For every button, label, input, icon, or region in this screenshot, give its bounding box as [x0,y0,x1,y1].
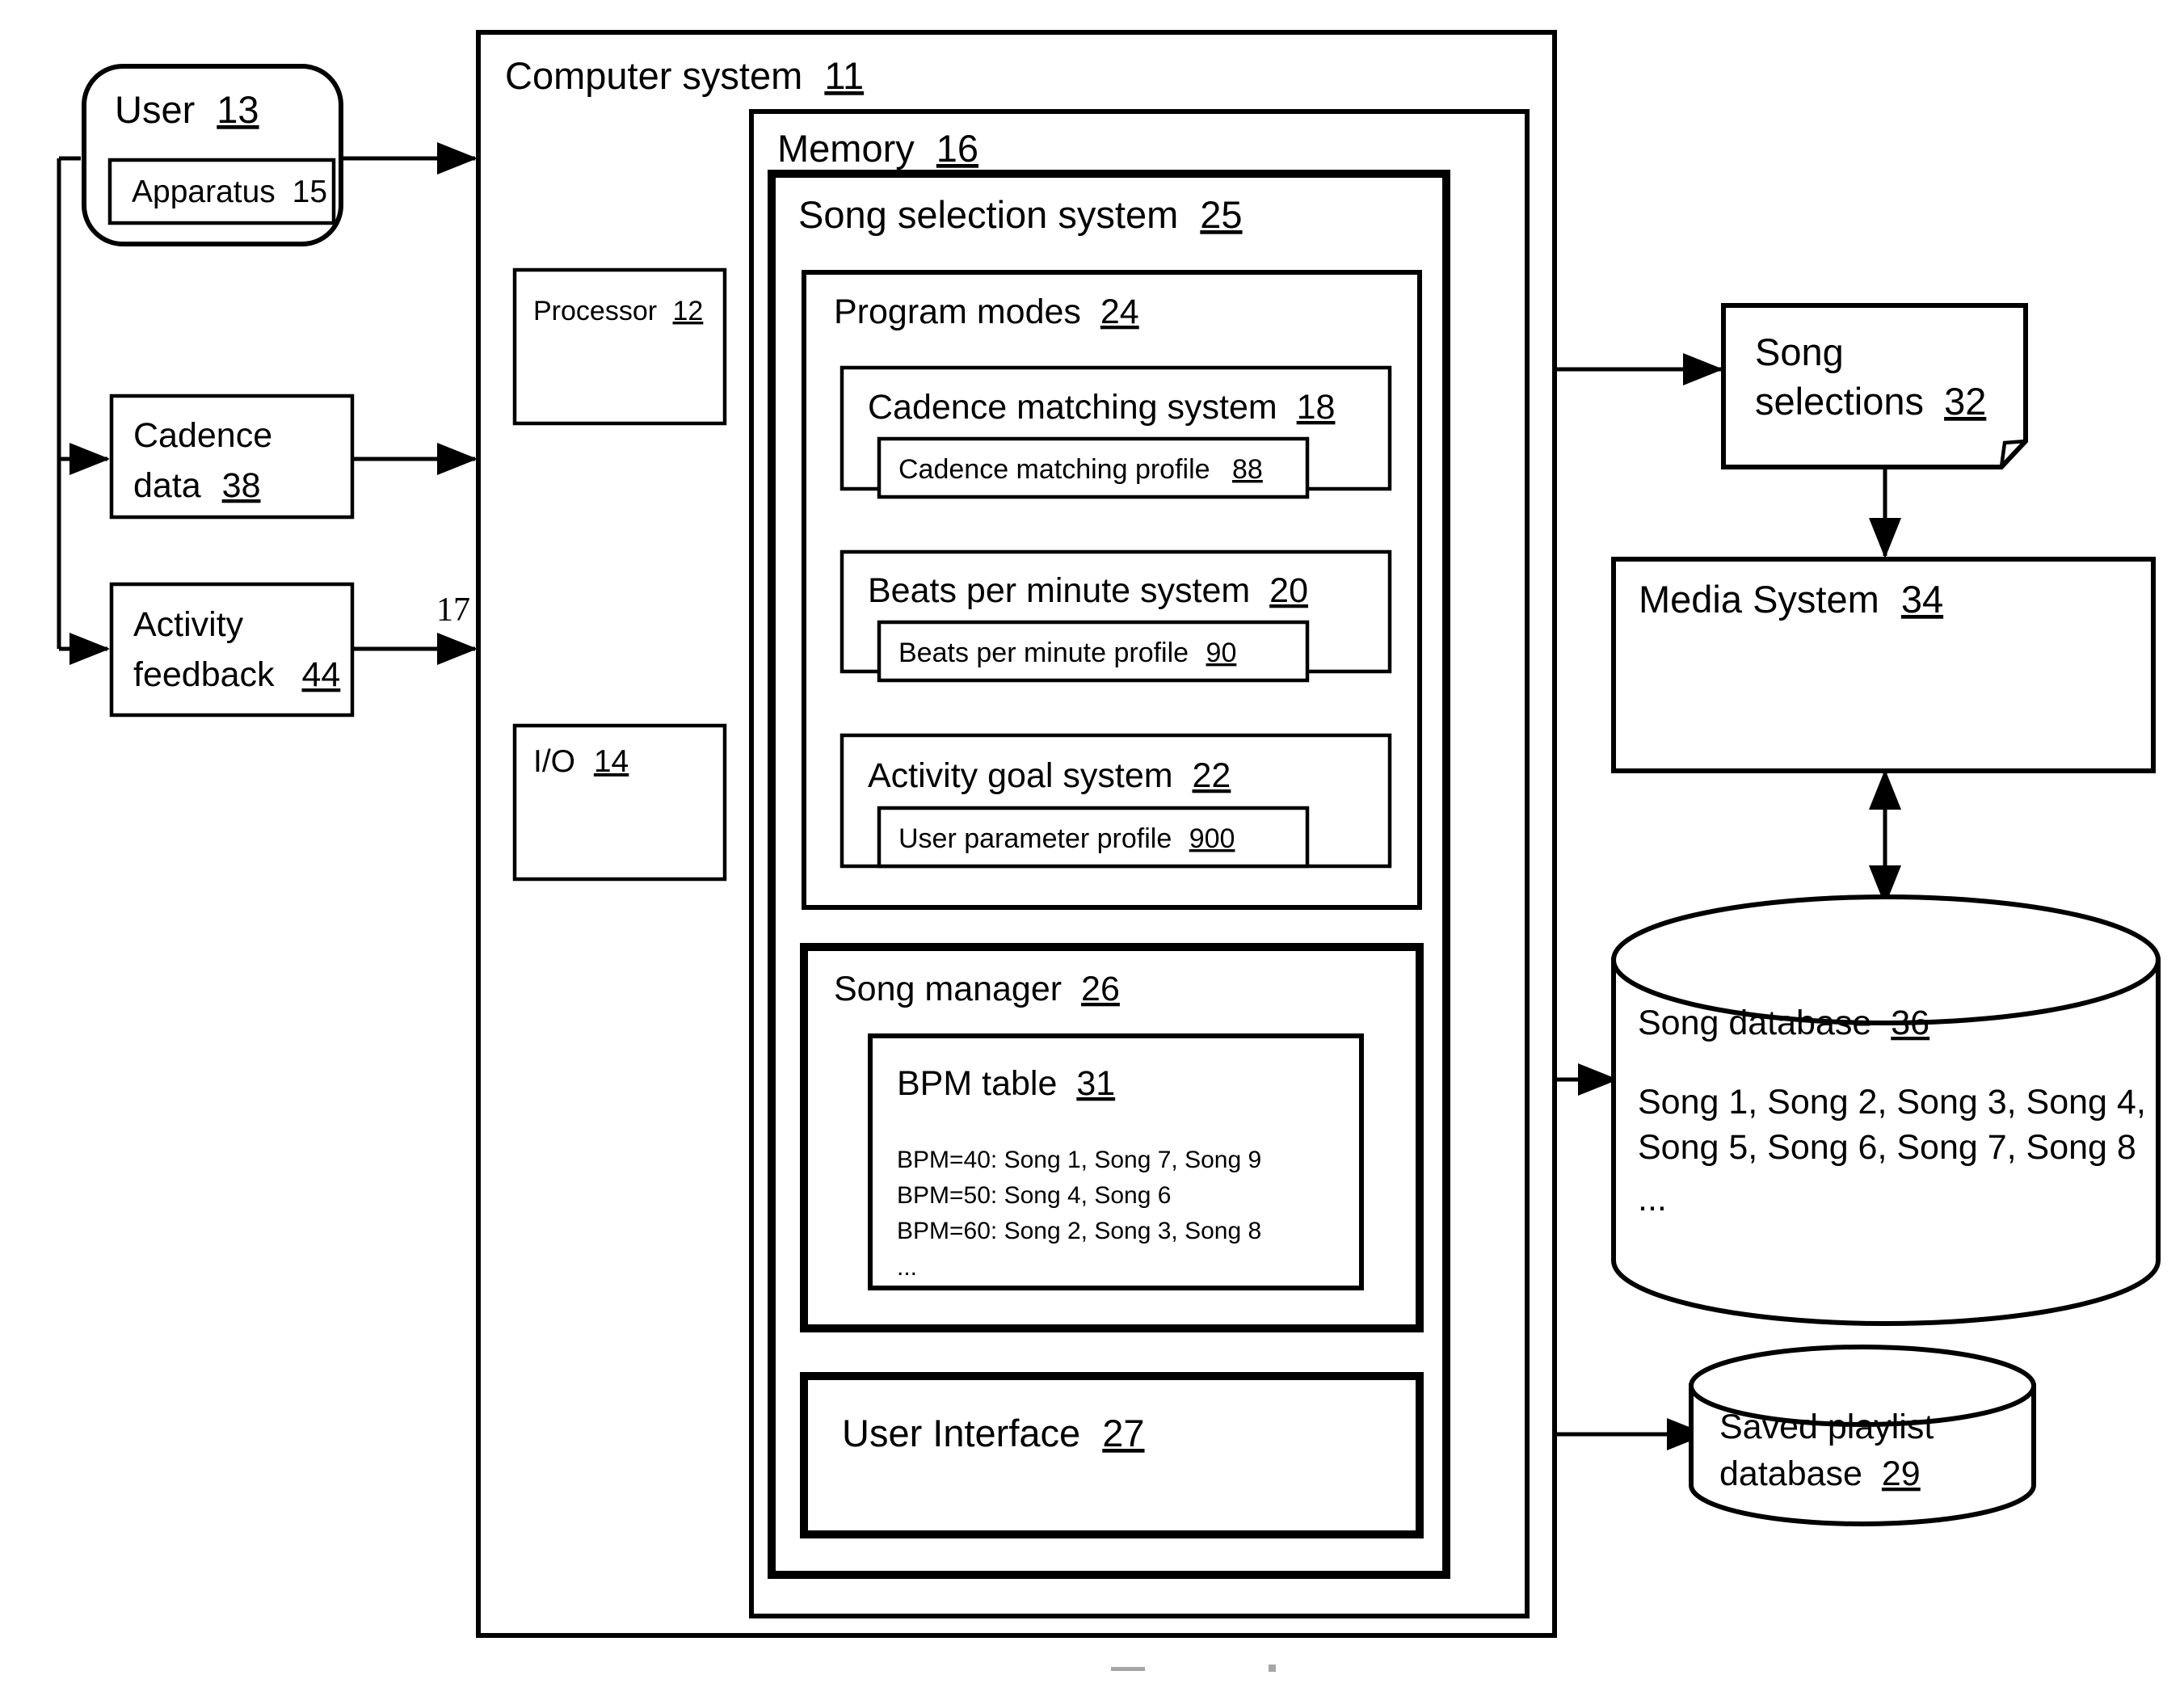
cadence-matching-profile-label: Cadence matching profile 88 [898,454,1263,485]
apparatus-label: Apparatus 15 [132,175,327,209]
bpm-table-row-2: BPM=60: Song 2, Song 3, Song 8 [897,1218,1261,1244]
cadence-data-label-line1: Cadence [133,416,272,455]
bpm-table-label: BPM table 31 [897,1064,1115,1103]
user-label: User 13 [115,88,259,131]
song-selections-label-line2: selections 32 [1755,380,1986,423]
bpm-table-row-3: ... [897,1254,917,1281]
block-diagram-canvas: User 13 Apparatus 15 Cadence data 38 Act… [57,30,2161,1672]
bpm-system-label: Beats per minute system 20 [868,571,1308,610]
bus-ref-17: 17 [436,591,470,629]
activity-feedback-label-line1: Activity [133,605,244,644]
figure-caption-remnant [1111,1665,1276,1672]
user-interface-container [800,1372,1424,1538]
bpm-profile-label: Beats per minute profile 90 [898,638,1236,668]
saved-playlist-label-line2: database 29 [1719,1454,1921,1493]
activity-feedback-label-line2: feedback 44 [133,655,340,694]
saved-playlist-label-line1: Saved playlist [1719,1408,1934,1446]
bpm-table-row-1: BPM=50: Song 4, Song 6 [897,1182,1171,1209]
cadence-matching-system-label: Cadence matching system 18 [868,388,1335,427]
computer-system-label: Computer system 11 [505,54,864,97]
song-selections-label-line1: Song [1755,330,1844,373]
bpm-table-row-0: BPM=40: Song 1, Song 7, Song 9 [897,1147,1261,1173]
patent-figure: User 13 Apparatus 15 Cadence data 38 Act… [0,0,2184,1692]
cadence-data-label-line2: data 38 [133,466,261,505]
song-database-row-0: Song 1, Song 2, Song 3, Song 4, [1638,1083,2146,1122]
song-database-row-1: Song 5, Song 6, Song 7, Song 8 [1638,1128,2136,1167]
activity-goal-system-label: Activity goal system 22 [868,756,1231,795]
song-selection-system-label: Song selection system 25 [798,193,1243,236]
song-database-row-2: ... [1638,1180,1667,1218]
io-label: I/O 14 [533,744,629,779]
processor-box [512,267,727,426]
activity-feedback-box [109,582,355,718]
processor-label: Processor 12 [533,296,703,326]
memory-label: Memory 16 [777,127,978,170]
